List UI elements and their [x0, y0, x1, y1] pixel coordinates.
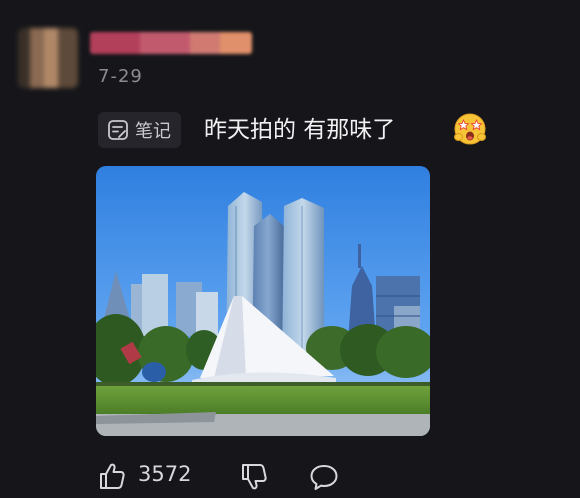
like-count: 3572 — [138, 462, 192, 486]
reply-bubble-icon[interactable] — [308, 461, 340, 493]
note-tag[interactable]: 笔记 — [98, 112, 181, 148]
note-icon — [106, 118, 130, 142]
comment-actions: 3572 — [96, 456, 556, 496]
username-blurred[interactable] — [90, 32, 252, 54]
thumbs-down-icon[interactable] — [238, 461, 270, 493]
avatar[interactable] — [18, 28, 78, 88]
comment-text: 昨天拍的 有那味了 — [204, 117, 396, 143]
attached-photo[interactable] — [96, 166, 430, 436]
comment-date: 7-29 — [98, 66, 143, 87]
thumbs-up-icon[interactable] — [96, 460, 128, 492]
note-tag-label: 笔记 — [135, 121, 171, 142]
star-struck-emoji-icon — [452, 111, 488, 147]
